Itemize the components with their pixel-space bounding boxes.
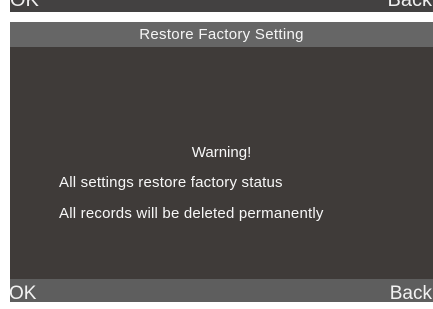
warning-message-records: All records will be deleted permanently [59, 205, 324, 222]
warning-message-settings: All settings restore factory status [59, 174, 283, 191]
ok-button[interactable]: OK [9, 279, 36, 304]
softkey-bar: OK Back [9, 279, 433, 304]
back-button[interactable]: Back [390, 279, 432, 304]
previous-back-label: Back [387, 0, 432, 11]
warning-heading: Warning! [191, 144, 252, 161]
previous-ok-label: OK [10, 0, 39, 11]
dialog-body: Warning! All settings restore factory st… [10, 47, 433, 279]
dialog-title: Restore Factory Setting [10, 22, 433, 47]
restore-factory-dialog: Restore Factory Setting Warning! All set… [9, 22, 433, 304]
previous-screen-softkey-bar: OK Back [10, 0, 433, 12]
